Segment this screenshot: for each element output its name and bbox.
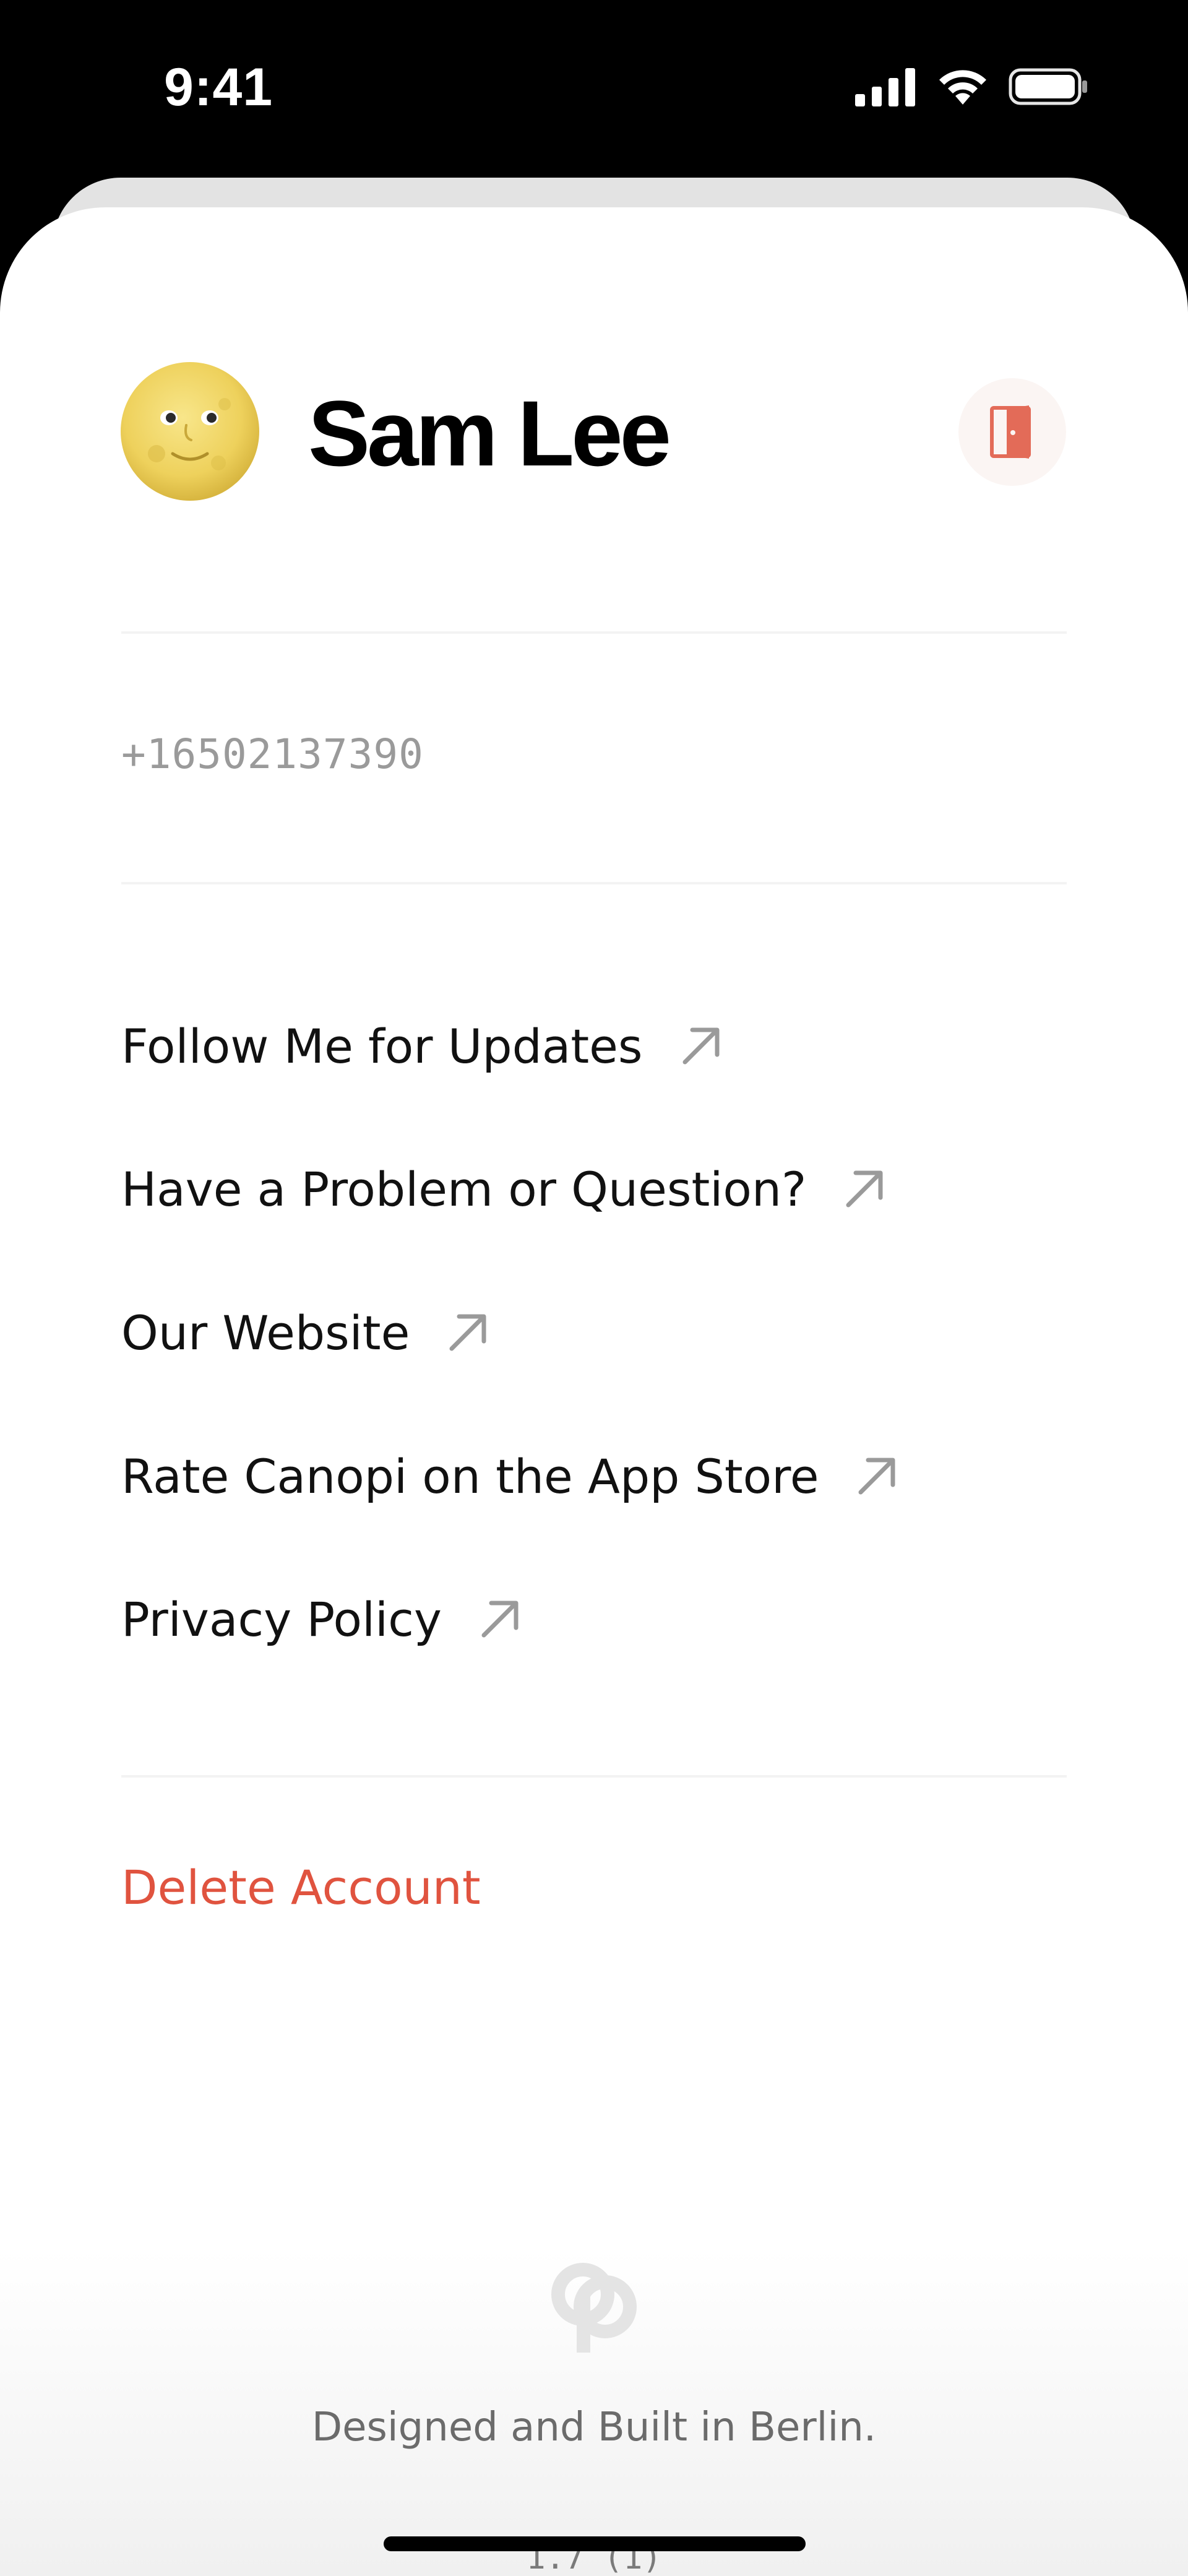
divider bbox=[121, 1775, 1067, 1778]
arrow-up-right-icon bbox=[858, 1458, 895, 1495]
home-indicator[interactable] bbox=[384, 2536, 806, 2551]
avatar-moon-face-icon bbox=[121, 362, 259, 501]
battery-icon bbox=[1009, 68, 1087, 105]
arrow-up-right-icon bbox=[481, 1601, 519, 1638]
arrow-up-right-icon bbox=[449, 1314, 486, 1351]
logout-button[interactable] bbox=[958, 378, 1066, 486]
cellular-signal-icon bbox=[855, 68, 915, 106]
link-privacy-policy[interactable]: Privacy Policy bbox=[121, 1585, 522, 1653]
delete-account-button[interactable]: Delete Account bbox=[121, 1860, 481, 1915]
canopi-logo-icon bbox=[551, 2263, 637, 2353]
profile-name: Sam Lee bbox=[308, 381, 671, 485]
link-label: Rate Canopi on the App Store bbox=[121, 1448, 819, 1504]
link-rate-app-store[interactable]: Rate Canopi on the App Store bbox=[121, 1442, 899, 1510]
footer-tagline: Designed and Built in Berlin. bbox=[311, 2405, 877, 2450]
arrow-up-right-icon bbox=[682, 1027, 720, 1065]
divider bbox=[121, 631, 1067, 634]
profile-sheet: Sam Lee +16502137390 Follow Me for Updat… bbox=[0, 207, 1188, 2576]
arrow-up-right-icon bbox=[846, 1170, 883, 1208]
link-label: Privacy Policy bbox=[121, 1591, 442, 1647]
link-label: Follow Me for Updates bbox=[121, 1018, 643, 1074]
link-follow-updates[interactable]: Follow Me for Updates bbox=[121, 1012, 723, 1080]
wifi-icon bbox=[939, 70, 986, 105]
phone-number: +16502137390 bbox=[121, 730, 424, 778]
status-bar: 9:41 bbox=[0, 0, 1188, 173]
link-label: Our Website bbox=[121, 1305, 410, 1360]
link-our-website[interactable]: Our Website bbox=[121, 1299, 490, 1367]
status-time: 9:41 bbox=[164, 58, 273, 117]
door-exit-icon bbox=[990, 405, 1031, 459]
link-label: Have a Problem or Question? bbox=[121, 1161, 807, 1217]
link-problem-question[interactable]: Have a Problem or Question? bbox=[121, 1155, 887, 1223]
divider bbox=[121, 882, 1067, 884]
status-icons bbox=[855, 62, 1089, 111]
